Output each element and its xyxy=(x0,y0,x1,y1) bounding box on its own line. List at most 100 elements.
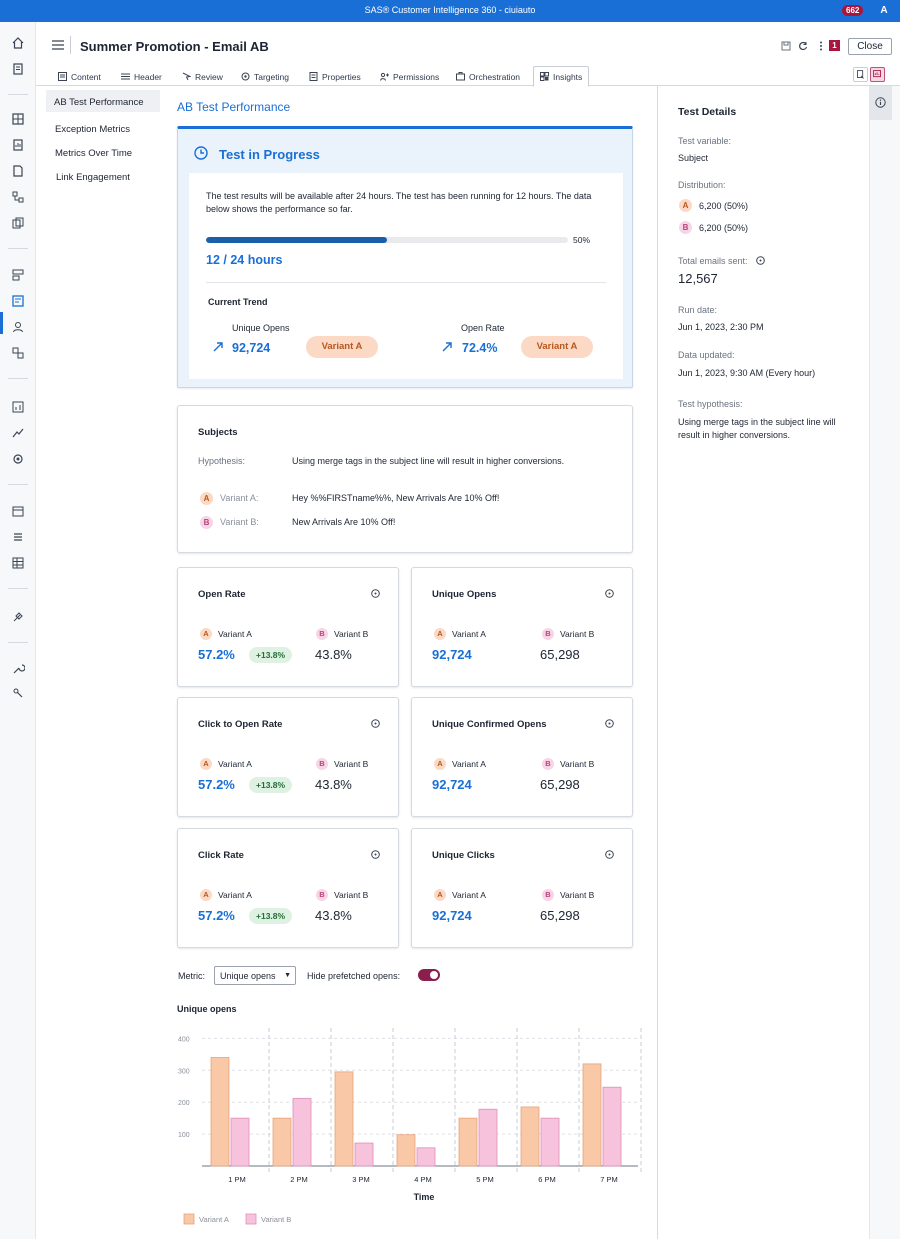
variant-a-label: Variant A xyxy=(452,759,486,769)
trend-up-arrow-icon xyxy=(441,341,453,353)
progress-bar xyxy=(206,237,568,243)
lift-badge: +13.8% xyxy=(249,647,293,663)
help-icon[interactable] xyxy=(371,719,380,728)
close-button[interactable]: Close xyxy=(848,38,892,55)
help-icon[interactable] xyxy=(605,850,614,859)
metric-select[interactable]: Unique opens ▼ xyxy=(214,966,296,985)
variant-a-badge: A xyxy=(200,628,212,640)
documents-icon[interactable] xyxy=(11,62,25,76)
details-title: Test Details xyxy=(678,106,737,118)
tab-properties[interactable]: Properties xyxy=(303,67,367,86)
help-icon[interactable] xyxy=(605,719,614,728)
list-icon xyxy=(121,72,130,81)
tab-header[interactable]: Header xyxy=(115,67,168,86)
tab-label: Review xyxy=(195,71,223,82)
variant-a-label: Variant A xyxy=(218,629,252,639)
notification-badge[interactable]: 662 xyxy=(842,5,864,16)
bar-variant-b xyxy=(230,1117,250,1167)
insights-panel-icon[interactable] xyxy=(870,67,885,82)
variant-b-label: Variant B xyxy=(334,759,369,769)
bar-variant-b xyxy=(292,1097,312,1167)
calendar-icon[interactable] xyxy=(11,504,25,518)
subnav-exception-metrics[interactable]: Exception Metrics xyxy=(55,124,130,135)
tab-review[interactable]: Review xyxy=(176,67,229,86)
bar-variant-b xyxy=(478,1108,498,1167)
y-tick-label: 400 xyxy=(178,1036,190,1043)
copy-icon[interactable] xyxy=(11,216,25,230)
bar-variant-a xyxy=(582,1063,602,1167)
progress-bar-fill xyxy=(206,237,387,243)
pin-icon[interactable] xyxy=(11,610,25,624)
subnav-link-engagement[interactable]: Link Engagement xyxy=(56,172,130,183)
trend-up-arrow-icon xyxy=(212,341,224,353)
flag-count-badge[interactable]: 1 xyxy=(829,40,840,51)
properties-icon xyxy=(309,72,318,81)
tab-content[interactable]: Content xyxy=(52,67,107,86)
trend-winner-pill: Variant A xyxy=(521,336,593,358)
help-icon[interactable] xyxy=(605,589,614,598)
x-axis-label: Time xyxy=(414,1192,435,1202)
rail-divider xyxy=(8,248,28,249)
settings-cycle-icon[interactable] xyxy=(11,452,25,466)
variant-a-value: 92,724 xyxy=(432,647,472,662)
variant-a-badge: A xyxy=(434,628,446,640)
rail-active-indicator xyxy=(0,312,3,334)
info-tab[interactable] xyxy=(870,86,892,120)
bar-variant-b xyxy=(416,1147,436,1167)
page-icon[interactable] xyxy=(11,164,25,178)
tab-insights[interactable]: Insights xyxy=(533,66,590,87)
variant-b-label: Variant B xyxy=(334,629,369,639)
bar-variant-a xyxy=(458,1117,478,1167)
tab-orchestration[interactable]: Orchestration xyxy=(450,67,526,86)
document-panel-icon[interactable] xyxy=(853,67,868,82)
list-view-icon[interactable] xyxy=(11,530,25,544)
rail-divider xyxy=(8,94,28,95)
hamburger-menu-icon[interactable] xyxy=(52,40,64,50)
segments-icon[interactable] xyxy=(11,268,25,282)
help-icon[interactable] xyxy=(756,256,765,265)
table-icon[interactable] xyxy=(11,556,25,570)
save-icon[interactable] xyxy=(781,41,791,51)
help-icon[interactable] xyxy=(371,850,380,859)
user-avatar[interactable]: A xyxy=(877,4,891,18)
variant-a-value: 57.2% xyxy=(198,908,235,923)
variant-b-badge: B xyxy=(200,516,213,529)
subnav-ab-test-performance[interactable]: AB Test Performance xyxy=(46,90,160,112)
dashboard-icon[interactable] xyxy=(11,400,25,414)
hide-prefetched-toggle[interactable] xyxy=(418,969,440,981)
variant-a-value: 57.2% xyxy=(198,777,235,792)
bar-variant-b xyxy=(354,1142,374,1167)
subnav-metrics-over-time[interactable]: Metrics Over Time xyxy=(55,148,132,159)
grid-icon[interactable] xyxy=(11,112,25,126)
help-icon[interactable] xyxy=(371,589,380,598)
hypothesis-text: Using merge tags in the subject line wil… xyxy=(292,456,565,466)
test-details-panel: Test Details Test variable: Subject Dist… xyxy=(657,86,869,1239)
home-icon[interactable] xyxy=(11,36,25,50)
wrench-icon[interactable] xyxy=(11,662,25,676)
distribution-a-value: 6,200 (50%) xyxy=(699,201,749,211)
more-options-icon[interactable] xyxy=(816,41,826,51)
permissions-icon xyxy=(380,72,389,81)
tab-bar: Content Header Review Targeting Properti… xyxy=(36,64,900,87)
audience-icon[interactable] xyxy=(11,320,25,334)
metric-title: Unique Confirmed Opens xyxy=(432,719,547,730)
flow-icon[interactable] xyxy=(11,190,25,204)
lift-badge: +13.8% xyxy=(249,777,293,793)
progress-percent: 50% xyxy=(573,235,591,245)
tab-targeting[interactable]: Targeting xyxy=(235,67,295,86)
distribution-b-value: 6,200 (50%) xyxy=(699,223,749,233)
x-tick-label: 6 PM xyxy=(538,1175,556,1184)
variant-a-badge: A xyxy=(679,199,692,212)
total-emails-value: 12,567 xyxy=(678,271,718,286)
analytics-icon[interactable] xyxy=(11,426,25,440)
email-tasks-icon[interactable] xyxy=(11,294,25,308)
hide-prefetched-label: Hide prefetched opens: xyxy=(307,971,401,981)
assets-icon[interactable] xyxy=(11,346,25,360)
tab-permissions[interactable]: Permissions xyxy=(374,67,445,86)
report-icon[interactable] xyxy=(11,138,25,152)
metric-title: Open Rate xyxy=(198,589,246,600)
admin-icon[interactable] xyxy=(11,686,25,700)
refresh-icon[interactable] xyxy=(798,41,808,51)
variant-a-label: Variant A xyxy=(452,629,486,639)
data-updated-value: Jun 1, 2023, 9:30 AM (Every hour) xyxy=(678,368,816,378)
